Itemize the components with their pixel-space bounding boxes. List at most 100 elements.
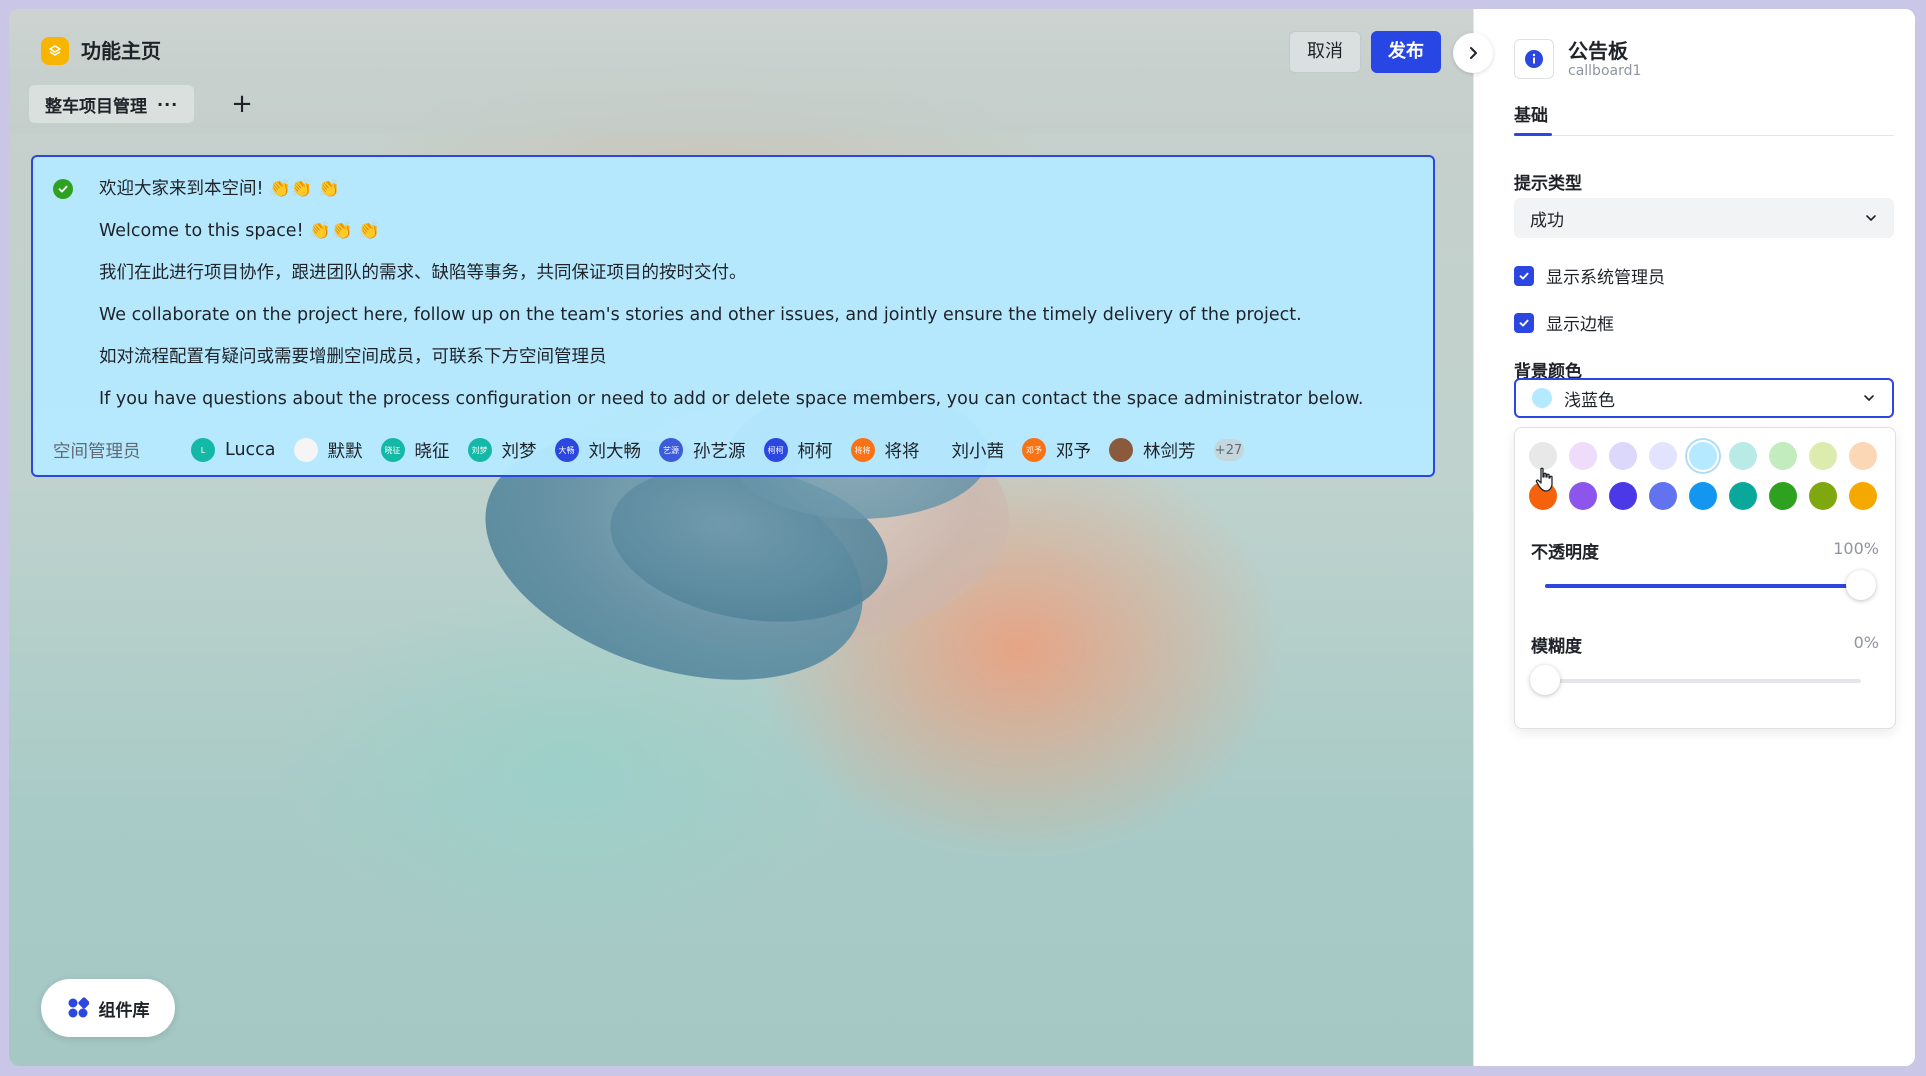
admin-member-name: 孙艺源	[693, 441, 746, 462]
color-swatch[interactable]	[1849, 442, 1877, 470]
show-admin-checkbox[interactable]	[1514, 265, 1534, 286]
callboard-line: If you have questions about the process …	[99, 389, 1364, 409]
cancel-button[interactable]: 取消	[1289, 31, 1361, 73]
admin-member-name: 刘梦	[501, 441, 537, 462]
tab-basic[interactable]: 基础	[1514, 101, 1548, 126]
tab-label: 整车项目管理	[45, 96, 147, 117]
publish-button[interactable]: 发布	[1371, 31, 1441, 73]
admin-list: 空间管理员 L Lucca 默默 晓征 晓征 刘梦 刘梦 大畅 刘大畅 艺源 孙艺源 柯柯 柯柯 将将 将将…	[53, 435, 1413, 465]
color-swatch[interactable]	[1689, 482, 1717, 510]
color-swatch[interactable]	[1729, 442, 1757, 470]
add-tab-button[interactable]: +	[227, 89, 257, 119]
color-swatch[interactable]	[1529, 442, 1557, 470]
tip-type-select[interactable]: 成功	[1514, 198, 1894, 238]
opacity-slider-fill	[1545, 584, 1861, 588]
show-border-checkbox[interactable]	[1514, 312, 1534, 333]
show-border-option[interactable]: 显示边框	[1514, 310, 1614, 335]
collapse-panel-button[interactable]	[1453, 33, 1493, 73]
avatar	[293, 438, 318, 462]
avatar: 晓征	[380, 438, 405, 462]
color-swatch[interactable]	[1609, 442, 1637, 470]
callboard-widget[interactable]: 欢迎大家来到本空间! 👏👏 👏 Welcome to this space! 👏…	[31, 155, 1435, 477]
avatar: 刘梦	[467, 438, 492, 462]
admin-member-name: 林剑芳	[1143, 441, 1196, 462]
show-admin-label: 显示系统管理员	[1546, 268, 1665, 288]
blur-value: 0%	[1853, 633, 1879, 652]
active-tab-indicator	[1514, 133, 1552, 136]
component-library-button[interactable]: 组件库	[41, 979, 175, 1037]
callboard-line: 如对流程配置有疑问或需要增删空间成员，可联系下方空间管理员	[99, 347, 607, 367]
admin-member[interactable]: 晓征 晓征	[380, 438, 450, 463]
color-swatch[interactable]	[1849, 482, 1877, 510]
admin-member[interactable]: 艺源 孙艺源	[659, 438, 746, 463]
bg-color-select[interactable]: 浅蓝色	[1514, 378, 1894, 418]
color-swatch[interactable]	[1609, 482, 1637, 510]
panel-subtitle: callboard1	[1568, 63, 1642, 79]
color-swatch[interactable]	[1649, 482, 1677, 510]
color-swatch[interactable]	[1809, 482, 1837, 510]
admin-member-name: 刘大畅	[588, 441, 642, 462]
avatar	[1109, 438, 1134, 462]
admin-member-name: 将将	[884, 441, 920, 462]
admin-member[interactable]: 林剑芳	[1109, 438, 1196, 463]
avatar: 柯柯	[763, 438, 788, 462]
admin-list-label: 空间管理员	[53, 441, 141, 462]
admin-member[interactable]: L Lucca	[191, 438, 276, 462]
show-admin-option[interactable]: 显示系统管理员	[1514, 263, 1665, 288]
callboard-line: We collaborate on the project here, foll…	[99, 305, 1302, 325]
tab-project[interactable]: 整车项目管理 ···	[29, 85, 195, 123]
color-swatch[interactable]	[1569, 482, 1597, 510]
chevron-down-icon	[1866, 215, 1876, 221]
admin-member[interactable]: 大畅 刘大畅	[554, 438, 642, 463]
admin-member[interactable]: 柯柯 柯柯	[763, 438, 833, 463]
admin-member[interactable]: 将将 将将	[850, 438, 920, 463]
property-panel: 公告板 callboard1 基础 提示类型 成功 显示系统管理员 显示边框 背…	[1473, 9, 1915, 1066]
color-swatch[interactable]	[1569, 442, 1597, 470]
color-swatch[interactable]	[1809, 442, 1837, 470]
chevron-down-icon	[1864, 395, 1874, 401]
color-swatch[interactable]	[1689, 442, 1717, 470]
app-window: 功能主页 整车项目管理 ··· + 取消 发布 欢迎大家来到本空间! 👏👏 👏 …	[9, 9, 1915, 1066]
callboard-line: Welcome to this space! 👏👏 👏	[99, 221, 381, 241]
bg-color-value: 浅蓝色	[1564, 390, 1615, 411]
avatar: 将将	[850, 438, 875, 462]
opacity-slider[interactable]	[1545, 570, 1876, 600]
avatar: 艺源	[659, 438, 684, 462]
admin-member-name: 柯柯	[797, 441, 833, 462]
avatar: L	[191, 438, 215, 462]
panel-title: 公告板	[1568, 39, 1628, 63]
blur-slider[interactable]	[1530, 665, 1861, 695]
show-border-label: 显示边框	[1546, 315, 1614, 335]
opacity-value: 100%	[1833, 539, 1879, 558]
admin-member-name: 默默	[327, 441, 363, 462]
color-swatch[interactable]	[1769, 482, 1797, 510]
callboard-info-icon	[1514, 39, 1554, 79]
admin-member-name: 刘小茜	[951, 441, 1005, 462]
admin-member[interactable]: 默默	[293, 438, 363, 463]
admin-member[interactable]: 刘小茜	[938, 438, 1005, 463]
app-logo-icon	[41, 37, 69, 65]
color-swatch[interactable]	[1729, 482, 1757, 510]
callboard-line: 欢迎大家来到本空间! 👏👏 👏	[99, 179, 341, 199]
admin-member[interactable]: 邓予 邓予	[1022, 438, 1091, 463]
admin-member-name: 邓予	[1056, 441, 1092, 462]
admin-member[interactable]: 刘梦 刘梦	[467, 438, 537, 463]
color-picker-popover: 不透明度 100% 模糊度 0%	[1514, 427, 1896, 729]
more-members-badge[interactable]: +27	[1213, 439, 1244, 461]
opacity-slider-handle[interactable]	[1846, 570, 1876, 600]
color-swatch[interactable]	[1649, 442, 1677, 470]
color-swatch[interactable]	[1769, 442, 1797, 470]
admin-member-name: 晓征	[414, 441, 450, 462]
tip-type-value: 成功	[1530, 210, 1564, 231]
opacity-label: 不透明度	[1531, 543, 1599, 563]
blur-label: 模糊度	[1531, 637, 1582, 657]
avatar: 邓予	[1022, 438, 1047, 462]
chevron-right-icon	[1470, 47, 1477, 59]
avatar: 大畅	[554, 438, 579, 462]
success-check-icon	[53, 179, 73, 199]
more-icon[interactable]: ···	[157, 95, 178, 114]
admin-member-name: Lucca	[225, 440, 276, 460]
blur-slider-handle[interactable]	[1530, 665, 1560, 695]
callboard-content: 欢迎大家来到本空间! 👏👏 👏 Welcome to this space! 👏…	[99, 177, 1413, 429]
mouse-pointer-icon	[1535, 467, 1553, 492]
